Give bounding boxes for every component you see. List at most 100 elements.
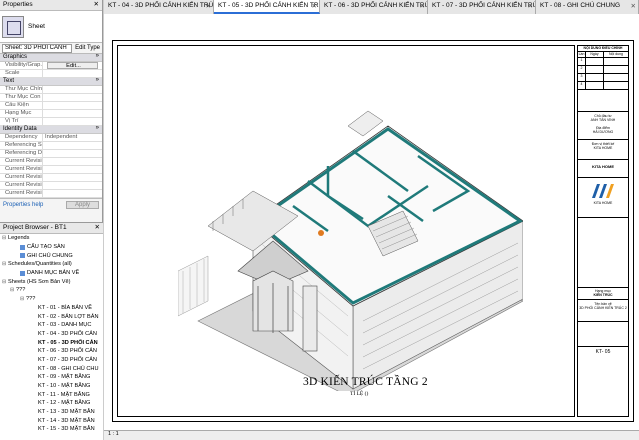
view-tab[interactable]: KT - 07 - 3D PHỐI CẢNH KIẾN TRÚ... ✕ [428,0,536,14]
tb-sheet-name: Tên bản vẽ 3D PHỐI CẢNH KIẾN TRÚC 2 [578,300,628,322]
browser-tree-item[interactable]: KT - 14 - 3D MẶT BẰN [0,416,103,425]
property-row: Referencing D... [0,150,102,158]
edit-type-button[interactable]: Edit Type [75,45,100,51]
tree-item-label: Legends [8,235,30,242]
browser-tree-item[interactable]: KT - 07 - 3D PHỐI CẢN [0,356,103,365]
browser-tree-item[interactable]: ⊟ Schedules/Quantities (all) [0,260,103,269]
property-name: Dependency [0,134,43,141]
tree-item-label: CẤU TẠO SÀN [27,244,65,251]
property-row: Referencing S... [0,142,102,150]
property-value[interactable] [43,158,102,165]
browser-tree-item[interactable]: KT - 08 - GHI CHÚ CHU [0,364,103,373]
browser-tree-item[interactable]: KT - 11 - MẶT BẰNG [0,390,103,399]
property-value[interactable] [43,150,102,157]
property-row: Hạng Mục [0,110,102,118]
edit-visibility-button[interactable]: Edit... [47,62,98,69]
property-value[interactable]: Independent [43,134,102,141]
tb-owner-value: ANH TÂN VINH [590,118,616,122]
browser-tree-item[interactable]: KT - 15 - 3D MẶT BẰN [0,425,103,434]
property-value[interactable] [43,182,102,189]
property-value[interactable] [43,142,102,149]
property-value[interactable] [43,110,102,117]
tb-sheet-number: KT- 05 [595,349,611,355]
close-icon[interactable]: ✕ [95,223,100,231]
property-group-header[interactable]: Graphics [0,53,102,62]
tb-col-b: Ngày [586,52,604,57]
tb-revision-rows: 1234 [578,58,628,90]
close-tab-icon[interactable]: ✕ [631,2,636,10]
tb-unit-value: KITA HOME [593,146,613,150]
property-row: Scale [0,70,102,78]
view-caption: 3D KIẾN TRÚC TẦNG 2 [303,376,428,388]
property-value[interactable] [43,174,102,181]
tree-item-label: KT - 14 - 3D MẶT BẰN [38,417,95,424]
type-selector[interactable]: Sheet [0,11,102,43]
browser-tree-item[interactable]: KT - 02 - BẢN LỢT BẢN [0,312,103,321]
view-tab[interactable]: KT - 04 - 3D PHỐI CẢNH KIẾN TRÚ... ✕ [104,0,214,14]
view-scale-status[interactable]: 1 : 1 [108,431,119,437]
property-name: Vị Trí [0,118,43,125]
tree-item-label: KT - 08 - GHI CHÚ CHU [38,365,99,372]
browser-tree-item[interactable]: KT - 06 - 3D PHỐI CẢN [0,347,103,356]
browser-tree-item[interactable]: KT - 12 - MẶT BẰNG [0,399,103,408]
property-value[interactable] [43,94,102,101]
browser-tree-item[interactable]: ⊟ Sheets (HS Sơn Bản Vẽ) [0,277,103,286]
browser-tree-item[interactable]: DANH MỤC BẢN VẼ [0,269,103,278]
tree-item-label: KT - 02 - BẢN LỢT BẢN [38,313,99,320]
sheet-icon [2,15,24,38]
tree-item-label: KT - 10 - MẶT BẰNG [38,383,91,390]
tb-revision-number: 3 [578,74,586,81]
apply-button[interactable]: Apply [65,200,99,209]
drawing-canvas[interactable]: 3D KIẾN TRÚC TẦNG 2 TỈ LỆ () NỘI DUNG ĐI… [104,14,639,430]
property-value[interactable] [43,70,102,77]
browser-tree: ⊟ Legends CẤU TẠO SÀN GHI CHÚ CHUNG ⊟ Schedul… [0,234,103,434]
property-groups: GraphicsVisibility/Grap... Edit... ScaleTe… [0,53,102,198]
close-tab-icon[interactable]: ✕ [312,2,317,10]
browser-tree-item[interactable]: KT - 04 - 3D PHỐI CẢN [0,330,103,339]
property-name: Thư Mục Chính [0,86,43,93]
browser-tree-item[interactable]: KT - 05 - 3D PHỐI CẢN [0,338,103,347]
instance-dropdown[interactable]: Sheet: 3D PHỐI CẢNH [2,43,73,53]
tb-owner: Chủ đầu tư ANH TÂN VINH Địa điểm HẢI DƯƠ… [578,112,628,140]
close-icon[interactable]: ✕ [94,0,99,8]
tree-item-label: KT - 04 - 3D PHỐI CẢN [38,330,97,337]
tb-discipline-value: KIẾN TRÚC [593,293,613,297]
project-browser: Project Browser - BT1 ✕ ⊟ Legends CẤU TẠO S… [0,222,103,440]
view-tab[interactable]: KT - 08 - GHI CHÚ CHUNG ✕ [536,0,639,14]
property-name: Current Revisi... [0,166,43,173]
browser-tree-item[interactable]: ⊟??? [0,295,103,304]
browser-tree-item[interactable]: ⊟ Legends [0,234,103,243]
browser-tree-item[interactable]: KT - 03 - DANH MỤC [0,321,103,330]
property-value[interactable] [43,86,102,93]
tree-item-label: KT - 01 - BÌA BẢN VẼ [38,304,92,311]
tab-label: KT - 05 - 3D PHỐI CẢNH KIẾN TR... [218,2,320,9]
properties-help-link[interactable]: Properties help [3,202,43,208]
tb-revision-row: 3 [578,74,628,82]
property-value[interactable] [43,166,102,173]
close-tab-icon[interactable]: ✕ [206,2,211,10]
property-value[interactable] [43,102,102,109]
properties-title: Properties ✕ [0,0,102,11]
tb-revision-row: 4 [578,82,628,90]
property-group-header[interactable]: Identity Data [0,125,102,134]
browser-tree-item[interactable]: KT - 01 - BÌA BẢN VẼ [0,304,103,313]
browser-tree-item[interactable]: CẤU TẠO SÀN [0,243,103,252]
browser-tree-item[interactable]: KT - 09 - MẶT BẰNG [0,373,103,382]
browser-tree-item[interactable]: KT - 10 - MẶT BẰNG [0,382,103,391]
close-tab-icon[interactable]: ✕ [420,2,425,10]
browser-tree-item[interactable]: GHI CHÚ CHUNG [0,251,103,260]
close-tab-icon[interactable]: ✕ [528,2,533,10]
tree-item-label: KT - 15 - 3D MẶT BẰN [38,426,95,433]
view-tab[interactable]: KT - 05 - 3D PHỐI CẢNH KIẾN TR... ✕ [214,0,320,14]
instance-row: Sheet: 3D PHỐI CẢNH Edit Type [0,43,102,54]
browser-tree-item[interactable]: KT - 13 - 3D MẶT BẰN [0,408,103,417]
property-value[interactable] [43,118,102,125]
property-group-header[interactable]: Text [0,77,102,86]
view-tab[interactable]: KT - 06 - 3D PHỐI CẢNH KIẾN TRÚ... ✕ [320,0,428,14]
property-name: Current Revisi... [0,190,43,197]
browser-tree-item[interactable]: ⊟??? [0,286,103,295]
tb-company: KITA HOME [578,160,628,178]
property-name: Scale [0,70,43,77]
property-row: Current Revisi... [0,174,102,182]
property-value[interactable] [43,190,102,197]
